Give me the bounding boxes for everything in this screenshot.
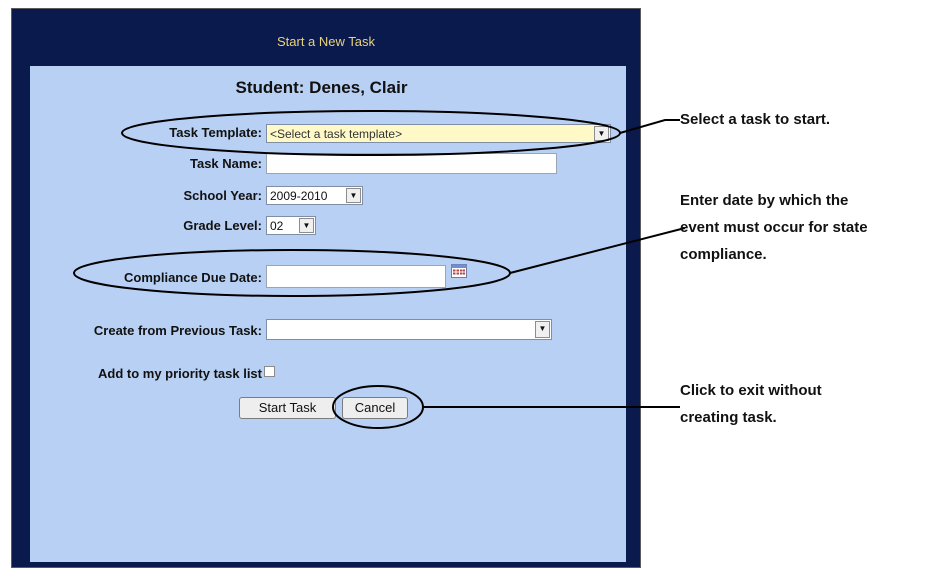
due-date-callout-line <box>509 227 686 274</box>
annotation-exit-1: Click to exit without <box>680 382 822 399</box>
due-date-highlight <box>73 249 511 297</box>
annotation-exit-2: creating task. <box>680 409 777 426</box>
task-template-callout-line <box>619 119 680 134</box>
cancel-highlight <box>332 385 424 429</box>
annotation-due-date-2: event must occur for state <box>680 219 868 236</box>
callout-overlay <box>73 110 686 429</box>
annotation-select-task: Select a task to start. <box>680 111 831 128</box>
annotation-due-date-1: Enter date by which the <box>680 192 849 209</box>
annotation-due-date-3: compliance. <box>680 246 767 263</box>
task-template-highlight <box>121 110 621 156</box>
